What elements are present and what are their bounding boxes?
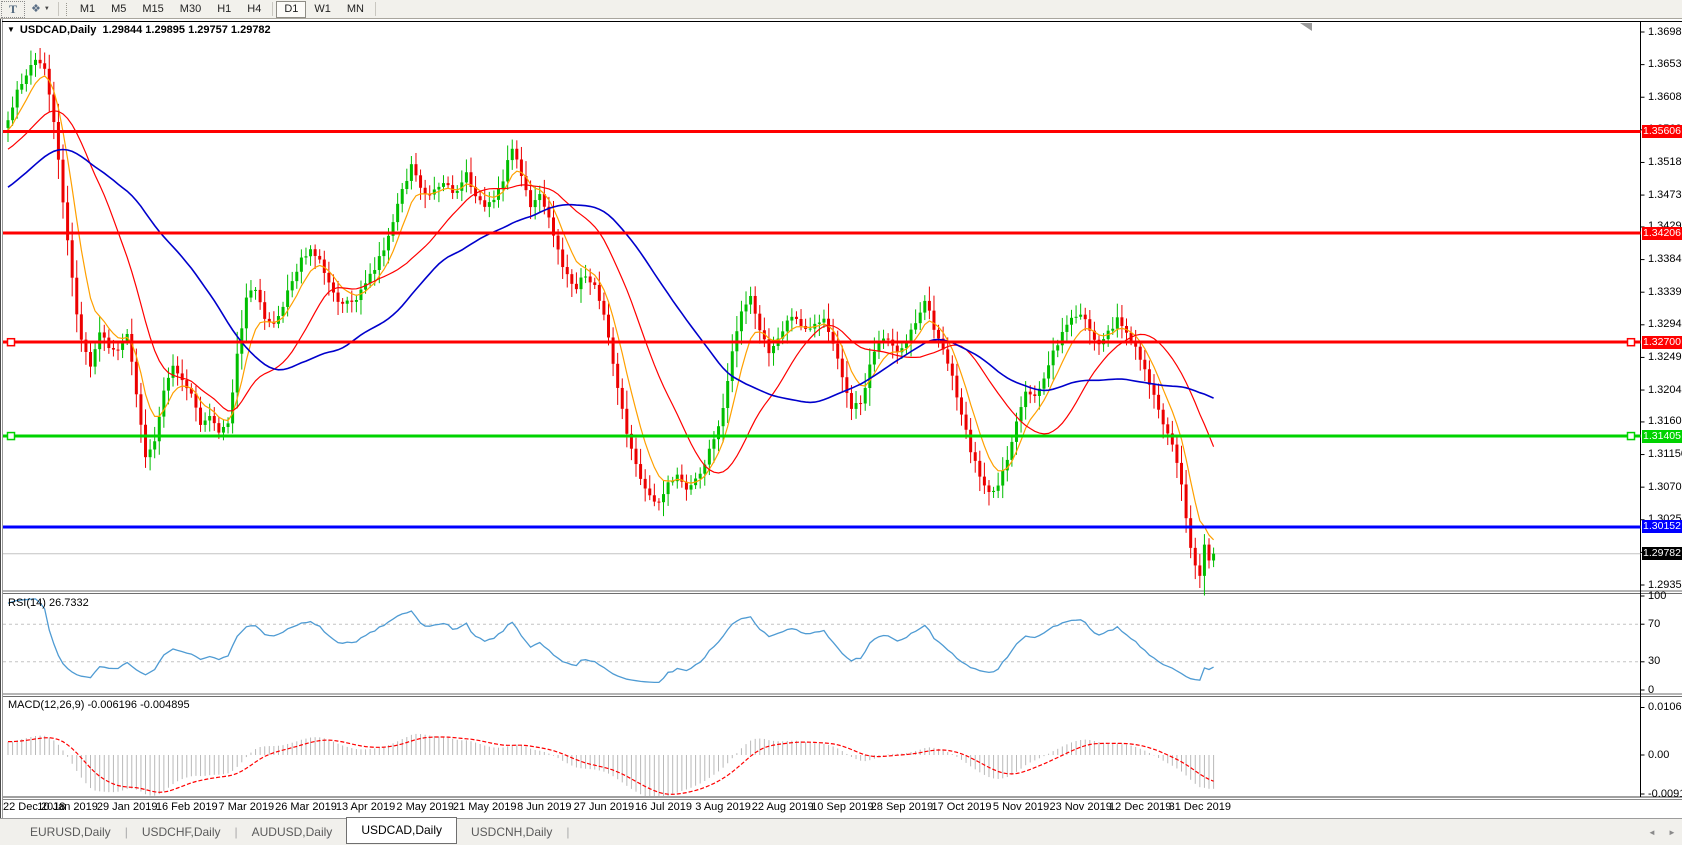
- price-tick: 1.33390: [1648, 286, 1682, 298]
- tab-divider: |: [566, 825, 569, 839]
- rsi-label: RSI(14) 26.7332: [8, 597, 89, 609]
- date-label: 3 Aug 2019: [695, 801, 751, 813]
- price-tick: 1.32490: [1648, 351, 1682, 363]
- rsi-axis-label: 100: [1648, 590, 1666, 602]
- date-label: 10 Sep 2019: [811, 801, 873, 813]
- toolbar-separator: [272, 2, 273, 16]
- horizontal-lines[interactable]: [3, 132, 1641, 527]
- chart-ohlc: 1.29844 1.29895 1.29757 1.29782: [102, 24, 270, 36]
- text-tool-icon: T: [9, 2, 17, 17]
- macd-signal-line: [8, 737, 1214, 794]
- price-tick: 1.32040: [1648, 384, 1682, 396]
- tab-usdcad[interactable]: USDCAD,Daily: [346, 817, 457, 844]
- toolbar-separator: [375, 2, 376, 16]
- date-label: 16 Jul 2019: [635, 801, 692, 813]
- timeframe-group: M1M5M15M30H1H4 D1W1MN: [72, 1, 379, 18]
- price-tick: 1.34730: [1648, 189, 1682, 201]
- tab-eurusd[interactable]: EURUSD,Daily: [18, 821, 123, 843]
- date-label: 31 Dec 2019: [1169, 801, 1231, 813]
- frame-lines: [1, 19, 1682, 845]
- date-label: 8 Jun 2019: [517, 801, 571, 813]
- line-price-label: 1.31405: [1642, 430, 1682, 443]
- price-tick: 1.32940: [1648, 318, 1682, 330]
- chevron-down-icon: ▼: [44, 6, 50, 12]
- macd-plot: [8, 734, 1214, 796]
- date-label: 17 Oct 2019: [932, 801, 992, 813]
- date-label: 21 May 2019: [453, 801, 517, 813]
- timeframe-button-h1[interactable]: H1: [209, 1, 239, 18]
- hline-handle[interactable]: [8, 339, 15, 346]
- timeframe-button-m1[interactable]: M1: [72, 1, 103, 18]
- timeframe-button-d1[interactable]: D1: [276, 1, 306, 18]
- ma-medium: [8, 111, 1214, 473]
- rsi-axis-label: 30: [1648, 655, 1660, 667]
- timeframe-button-m30[interactable]: M30: [172, 1, 209, 18]
- date-label: 28 Sep 2019: [871, 801, 933, 813]
- date-label: 26 Mar 2019: [275, 801, 337, 813]
- price-tick: 1.31150: [1648, 448, 1682, 460]
- rsi-axis-label: 0: [1648, 684, 1654, 696]
- date-label: 13 Apr 2019: [336, 801, 395, 813]
- current-price-label: 1.29782: [1642, 547, 1682, 560]
- toolbar: T ❖ ▼ M1M5M15M30H1H4 D1W1MN: [0, 0, 1682, 19]
- tab-audusd[interactable]: AUDUSD,Daily: [240, 821, 345, 843]
- toolbar-grip[interactable]: [66, 3, 68, 16]
- date-label: 16 Feb 2019: [156, 801, 218, 813]
- date-label: 5 Nov 2019: [993, 801, 1049, 813]
- chart-plot-area[interactable]: [0, 19, 1682, 845]
- date-label: 27 Jun 2019: [574, 801, 635, 813]
- toolbar-separator: [58, 2, 59, 16]
- tab-divider: |: [125, 825, 128, 839]
- price-tick: 1.36080: [1648, 91, 1682, 103]
- price-tick: 1.36980: [1648, 26, 1682, 38]
- line-price-label: 1.30152: [1642, 520, 1682, 533]
- timeframe-button-m15[interactable]: M15: [134, 1, 171, 18]
- macd-axis-label: 0.00: [1648, 749, 1669, 761]
- tab-divider: |: [235, 825, 238, 839]
- price-tick: 1.33840: [1648, 253, 1682, 265]
- timeframe-button-w1[interactable]: W1: [306, 1, 339, 18]
- collapse-icon[interactable]: ▼: [7, 25, 15, 34]
- rsi-line: [8, 599, 1214, 683]
- hline-handle[interactable]: [1628, 433, 1635, 440]
- price-tick: 1.31600: [1648, 415, 1682, 427]
- chart-symbol: USDCAD,Daily: [20, 24, 96, 36]
- chart-shift-marker: [1300, 23, 1312, 31]
- tab-scroll-left-icon[interactable]: ◄: [1648, 828, 1656, 837]
- price-tick: 1.36530: [1648, 58, 1682, 70]
- chart-title: ▼ USDCAD,Daily 1.29844 1.29895 1.29757 1.…: [7, 24, 271, 36]
- rsi-axis-label: 70: [1648, 618, 1660, 630]
- line-price-label: 1.32700: [1642, 336, 1682, 349]
- hline-handle[interactable]: [1628, 339, 1635, 346]
- date-label: 29 Jan 2019: [97, 801, 158, 813]
- timeframe-button-m5[interactable]: M5: [103, 1, 134, 18]
- macd-axis-label: -0.009181: [1648, 788, 1682, 800]
- date-label: 7 Mar 2019: [219, 801, 275, 813]
- objects-button[interactable]: ❖ ▼: [27, 2, 54, 17]
- date-label: 22 Aug 2019: [752, 801, 814, 813]
- ma-slow: [8, 150, 1214, 403]
- date-label: 2 May 2019: [396, 801, 453, 813]
- date-label: 23 Nov 2019: [1049, 801, 1111, 813]
- hline-handle[interactable]: [8, 433, 15, 440]
- line-price-label: 1.35606: [1642, 125, 1682, 138]
- date-label: 10 Jan 2019: [37, 801, 98, 813]
- chart-tab-bar: EURUSD,Daily|USDCHF,Daily|AUDUSD,DailyUS…: [0, 818, 1682, 845]
- timeframe-button-h4[interactable]: H4: [239, 1, 269, 18]
- text-tool-button[interactable]: T: [1, 1, 25, 18]
- rsi-plot: [3, 599, 1641, 683]
- macd-axis-label: 0.010615: [1648, 701, 1682, 713]
- price-tick: 1.30700: [1648, 481, 1682, 493]
- ma-fast: [8, 76, 1214, 540]
- objects-icon: ❖: [31, 4, 41, 15]
- date-label: 12 Dec 2019: [1109, 801, 1171, 813]
- tab-usdchf[interactable]: USDCHF,Daily: [130, 821, 233, 843]
- timeframe-button-mn[interactable]: MN: [339, 1, 372, 18]
- price-tick: 1.35180: [1648, 156, 1682, 168]
- tab-scroll-right-icon[interactable]: ►: [1668, 828, 1676, 837]
- tab-usdcnh[interactable]: USDCNH,Daily: [459, 821, 564, 843]
- moving-averages: [8, 76, 1214, 540]
- macd-label: MACD(12,26,9) -0.006196 -0.004895: [8, 699, 190, 711]
- line-price-label: 1.34206: [1642, 227, 1682, 240]
